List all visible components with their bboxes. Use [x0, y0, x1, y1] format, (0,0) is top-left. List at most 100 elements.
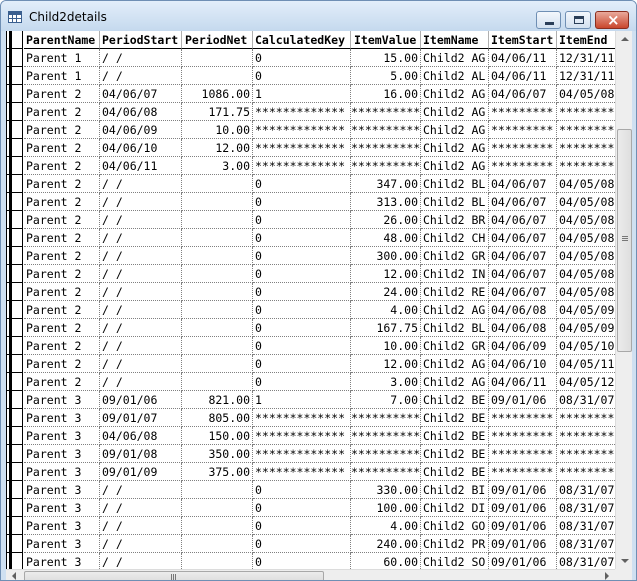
cell-calculatedkey[interactable]: ************* [253, 463, 351, 481]
cell-calculatedkey[interactable]: ************* [253, 103, 351, 121]
cell-itemvalue[interactable]: *********** [351, 463, 421, 481]
cell-itemend[interactable]: ********* [557, 157, 615, 175]
table-row[interactable]: Parent 2 04/06/07 1086.00 1 16.00 Child2 AG 04… [6, 85, 615, 103]
cell-itemend[interactable]: 04/05/08 [557, 211, 615, 229]
close-button[interactable]: × [595, 11, 629, 29]
cell-itemvalue[interactable]: 300.00 [351, 247, 421, 265]
cell-itemstart[interactable]: 04/06/07 [489, 265, 557, 283]
cell-calculatedkey[interactable]: 0 [253, 211, 351, 229]
horizontal-scroll-thumb[interactable] [24, 571, 324, 580]
cell-periodstart[interactable]: / / [100, 49, 182, 67]
record-selector[interactable] [6, 391, 23, 409]
cell-itemend[interactable]: 04/05/08 [557, 265, 615, 283]
vertical-scroll-thumb[interactable] [617, 129, 632, 352]
cell-itemstart[interactable]: ********* [489, 157, 557, 175]
cell-parentname[interactable]: Parent 2 [24, 301, 100, 319]
table-row[interactable]: Parent 3/ / 0 4.00 Child2 GO 09/01/06 08/31/0… [6, 517, 615, 535]
cell-itemend[interactable]: 08/31/07 [557, 535, 615, 553]
cell-itemstart[interactable]: 04/06/10 [489, 355, 557, 373]
cell-itemvalue[interactable]: 12.00 [351, 265, 421, 283]
cell-itemvalue[interactable]: *********** [351, 445, 421, 463]
cell-itemstart[interactable]: 04/06/11 [489, 49, 557, 67]
cell-parentname[interactable]: Parent 2 [24, 283, 100, 301]
cell-calculatedkey[interactable]: ************* [253, 409, 351, 427]
record-selector[interactable] [6, 67, 23, 85]
cell-itemname[interactable]: Child2 GR [421, 247, 489, 265]
record-selector[interactable] [6, 517, 23, 535]
cell-periodnet[interactable] [182, 67, 253, 85]
cell-periodnet[interactable]: 350.00 [182, 445, 253, 463]
cell-periodnet[interactable] [182, 337, 253, 355]
table-row[interactable]: Parent 3/ / 0 240.00 Child2 PR 09/01/06 08/31… [6, 535, 615, 553]
cell-itemend[interactable]: ********* [557, 103, 615, 121]
cell-calculatedkey[interactable]: 0 [253, 319, 351, 337]
cell-periodnet[interactable] [182, 193, 253, 211]
cell-itemstart[interactable]: ********* [489, 103, 557, 121]
cell-calculatedkey[interactable]: 0 [253, 265, 351, 283]
record-selector[interactable] [6, 319, 23, 337]
vertical-scrollbar[interactable] [615, 31, 632, 569]
cell-parentname[interactable]: Parent 3 [24, 463, 100, 481]
cell-parentname[interactable]: Parent 1 [24, 67, 100, 85]
cell-itemstart[interactable]: 04/06/07 [489, 175, 557, 193]
cell-itemstart[interactable]: ********* [489, 121, 557, 139]
cell-calculatedkey[interactable]: 0 [253, 193, 351, 211]
table-row[interactable]: Parent 2/ / 0 24.00 Child2 RE 04/06/07 04/05/… [6, 283, 615, 301]
cell-itemstart[interactable]: ********* [489, 445, 557, 463]
record-selector[interactable] [6, 535, 23, 553]
table-row[interactable]: Parent 3 09/01/09 375.00 ************* *****… [6, 463, 615, 481]
cell-calculatedkey[interactable]: 0 [253, 175, 351, 193]
record-selector[interactable] [6, 481, 23, 499]
table-row[interactable]: Parent 3/ / 0 100.00 Child2 DI 09/01/06 08/31… [6, 499, 615, 517]
cell-calculatedkey[interactable]: ************* [253, 139, 351, 157]
cell-itemname[interactable]: Child2 IN [421, 265, 489, 283]
cell-periodnet[interactable]: 171.75 [182, 103, 253, 121]
cell-itemend[interactable]: 04/05/08 [557, 193, 615, 211]
record-selector[interactable] [6, 553, 23, 569]
record-selector[interactable] [6, 445, 23, 463]
record-selector[interactable] [6, 139, 23, 157]
cell-calculatedkey[interactable]: ************* [253, 121, 351, 139]
cell-itemend[interactable]: 08/31/07 [557, 553, 615, 569]
cell-periodstart[interactable]: 09/01/06 [100, 391, 182, 409]
cell-itemname[interactable]: Child2 BE [421, 409, 489, 427]
record-selector[interactable] [6, 337, 23, 355]
cell-parentname[interactable]: Parent 2 [24, 247, 100, 265]
table-row[interactable]: Parent 3 09/01/07 805.00 ************* *****… [6, 409, 615, 427]
table-row[interactable]: Parent 2/ / 0 48.00 Child2 CH 04/06/07 04/05/… [6, 229, 615, 247]
cell-itemvalue[interactable]: 313.00 [351, 193, 421, 211]
cell-itemvalue[interactable]: 4.00 [351, 301, 421, 319]
cell-parentname[interactable]: Parent 2 [24, 103, 100, 121]
record-selector[interactable] [6, 499, 23, 517]
cell-itemvalue[interactable]: 347.00 [351, 175, 421, 193]
record-selector[interactable] [6, 193, 23, 211]
record-selector[interactable] [6, 211, 23, 229]
cell-periodstart[interactable]: / / [100, 211, 182, 229]
cell-periodstart[interactable]: / / [100, 67, 182, 85]
cell-itemstart[interactable]: ********* [489, 139, 557, 157]
cell-periodnet[interactable] [182, 319, 253, 337]
cell-periodnet[interactable] [182, 301, 253, 319]
cell-periodnet[interactable] [182, 373, 253, 391]
table-row[interactable]: Parent 1/ / 0 5.00 Child2 AL 04/06/11 12/31/1… [6, 67, 615, 85]
cell-itemend[interactable]: 04/05/09 [557, 301, 615, 319]
column-header-parentname[interactable]: ParentName [24, 31, 100, 49]
cell-itemvalue[interactable]: *********** [351, 427, 421, 445]
cell-itemname[interactable]: Child2 BL [421, 193, 489, 211]
cell-periodstart[interactable]: / / [100, 175, 182, 193]
cell-itemname[interactable]: Child2 BL [421, 319, 489, 337]
cell-periodnet[interactable]: 150.00 [182, 427, 253, 445]
cell-parentname[interactable]: Parent 2 [24, 373, 100, 391]
browse-grid[interactable]: ParentName PeriodStart PeriodNet Calcula… [6, 31, 615, 569]
cell-periodstart[interactable]: / / [100, 337, 182, 355]
cell-itemvalue[interactable]: 240.00 [351, 535, 421, 553]
table-row[interactable]: Parent 1/ / 0 15.00 Child2 AG 04/06/11 12/31/… [6, 49, 615, 67]
cell-periodnet[interactable] [182, 229, 253, 247]
cell-periodstart[interactable]: 09/01/08 [100, 445, 182, 463]
cell-itemname[interactable]: Child2 AG [421, 355, 489, 373]
table-row[interactable]: Parent 2/ / 0 347.00 Child2 BL 04/06/07 04/05… [6, 175, 615, 193]
cell-itemend[interactable]: ********* [557, 463, 615, 481]
cell-periodnet[interactable] [182, 355, 253, 373]
table-row[interactable]: Parent 2/ / 0 4.00 Child2 AG 04/06/08 04/05/0… [6, 301, 615, 319]
cell-itemvalue[interactable]: *********** [351, 121, 421, 139]
